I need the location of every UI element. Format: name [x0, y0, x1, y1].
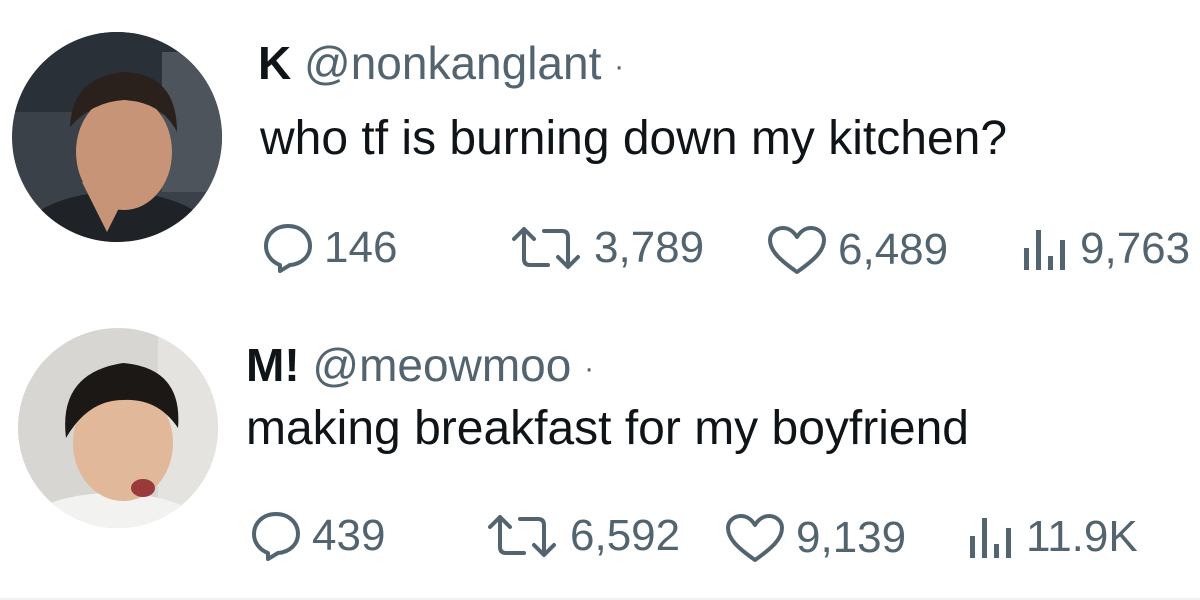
- bar-chart-icon: [970, 518, 1011, 558]
- retweet-count: 6,592: [570, 511, 681, 560]
- reply-button[interactable]: 439: [250, 510, 385, 562]
- like-button[interactable]: 9,139: [724, 512, 906, 564]
- tweet-actions: 146 3,789 6,489 9,763: [0, 0, 1200, 300]
- heart-outline-icon: [726, 514, 784, 562]
- retweet-button[interactable]: 3,789: [508, 225, 704, 271]
- bar-chart-icon: [1024, 230, 1065, 270]
- retweet-arrows-icon: [488, 515, 556, 557]
- tweet-1[interactable]: K @nonkanglant · who tf is burning down …: [0, 0, 1200, 300]
- reply-count: 146: [324, 223, 398, 272]
- reply-count: 439: [312, 511, 386, 560]
- like-count: 9,139: [796, 513, 907, 562]
- like-button[interactable]: 6,489: [766, 224, 948, 276]
- like-count: 6,489: [838, 225, 949, 274]
- tweet-2[interactable]: M! @meowmoo · making breakfast for my bo…: [0, 300, 1200, 600]
- views-count: 11.9K: [1026, 512, 1138, 561]
- views-button[interactable]: 9,763: [1020, 226, 1190, 272]
- speech-bubble-icon: [252, 512, 300, 561]
- heart-outline-icon: [768, 226, 826, 274]
- retweet-button[interactable]: 6,592: [484, 513, 680, 559]
- views-button[interactable]: 11.9K: [966, 514, 1138, 560]
- retweet-arrows-icon: [512, 227, 580, 269]
- speech-bubble-icon: [264, 224, 312, 273]
- views-count: 9,763: [1080, 224, 1191, 273]
- retweet-count: 3,789: [594, 223, 705, 272]
- reply-button[interactable]: 146: [262, 222, 397, 274]
- tweet-actions: 439 6,592 9,139 11.9K: [0, 300, 1200, 600]
